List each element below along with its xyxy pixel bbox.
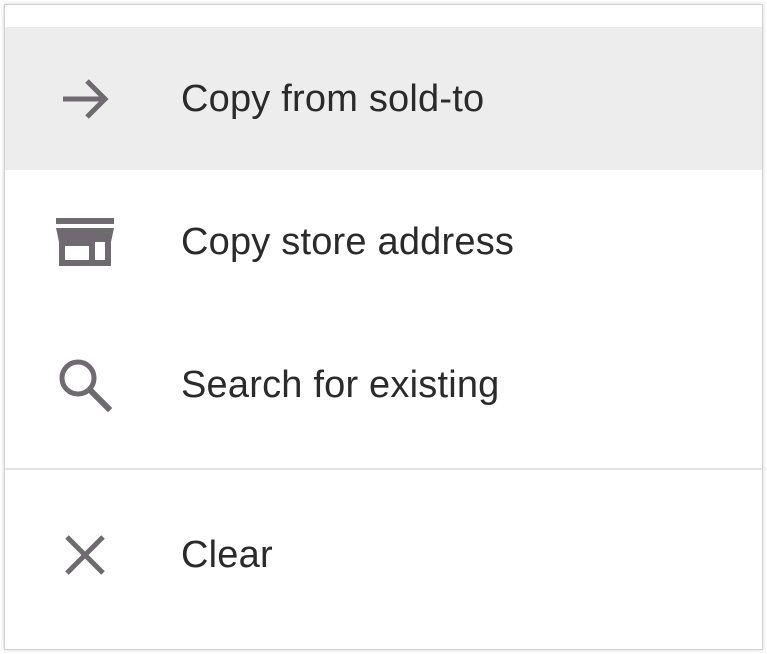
menu-item-label: Copy from sold-to	[181, 77, 485, 120]
menu-item-search-for-existing[interactable]: Search for existing	[5, 313, 762, 456]
menu-item-label: Copy store address	[181, 220, 515, 263]
search-icon	[55, 355, 115, 415]
menu-item-label: Search for existing	[181, 363, 500, 406]
address-options-menu: Copy from sold-to Copy store address Sea…	[4, 4, 763, 650]
store-icon	[55, 212, 115, 272]
menu-item-copy-store-address[interactable]: Copy store address	[5, 170, 762, 313]
close-icon	[55, 525, 115, 585]
menu-item-clear[interactable]: Clear	[5, 470, 762, 640]
menu-top-padding	[5, 5, 762, 27]
menu-item-copy-from-sold-to[interactable]: Copy from sold-to	[5, 27, 762, 170]
menu-item-label: Clear	[181, 534, 273, 576]
arrow-right-icon	[55, 69, 115, 129]
